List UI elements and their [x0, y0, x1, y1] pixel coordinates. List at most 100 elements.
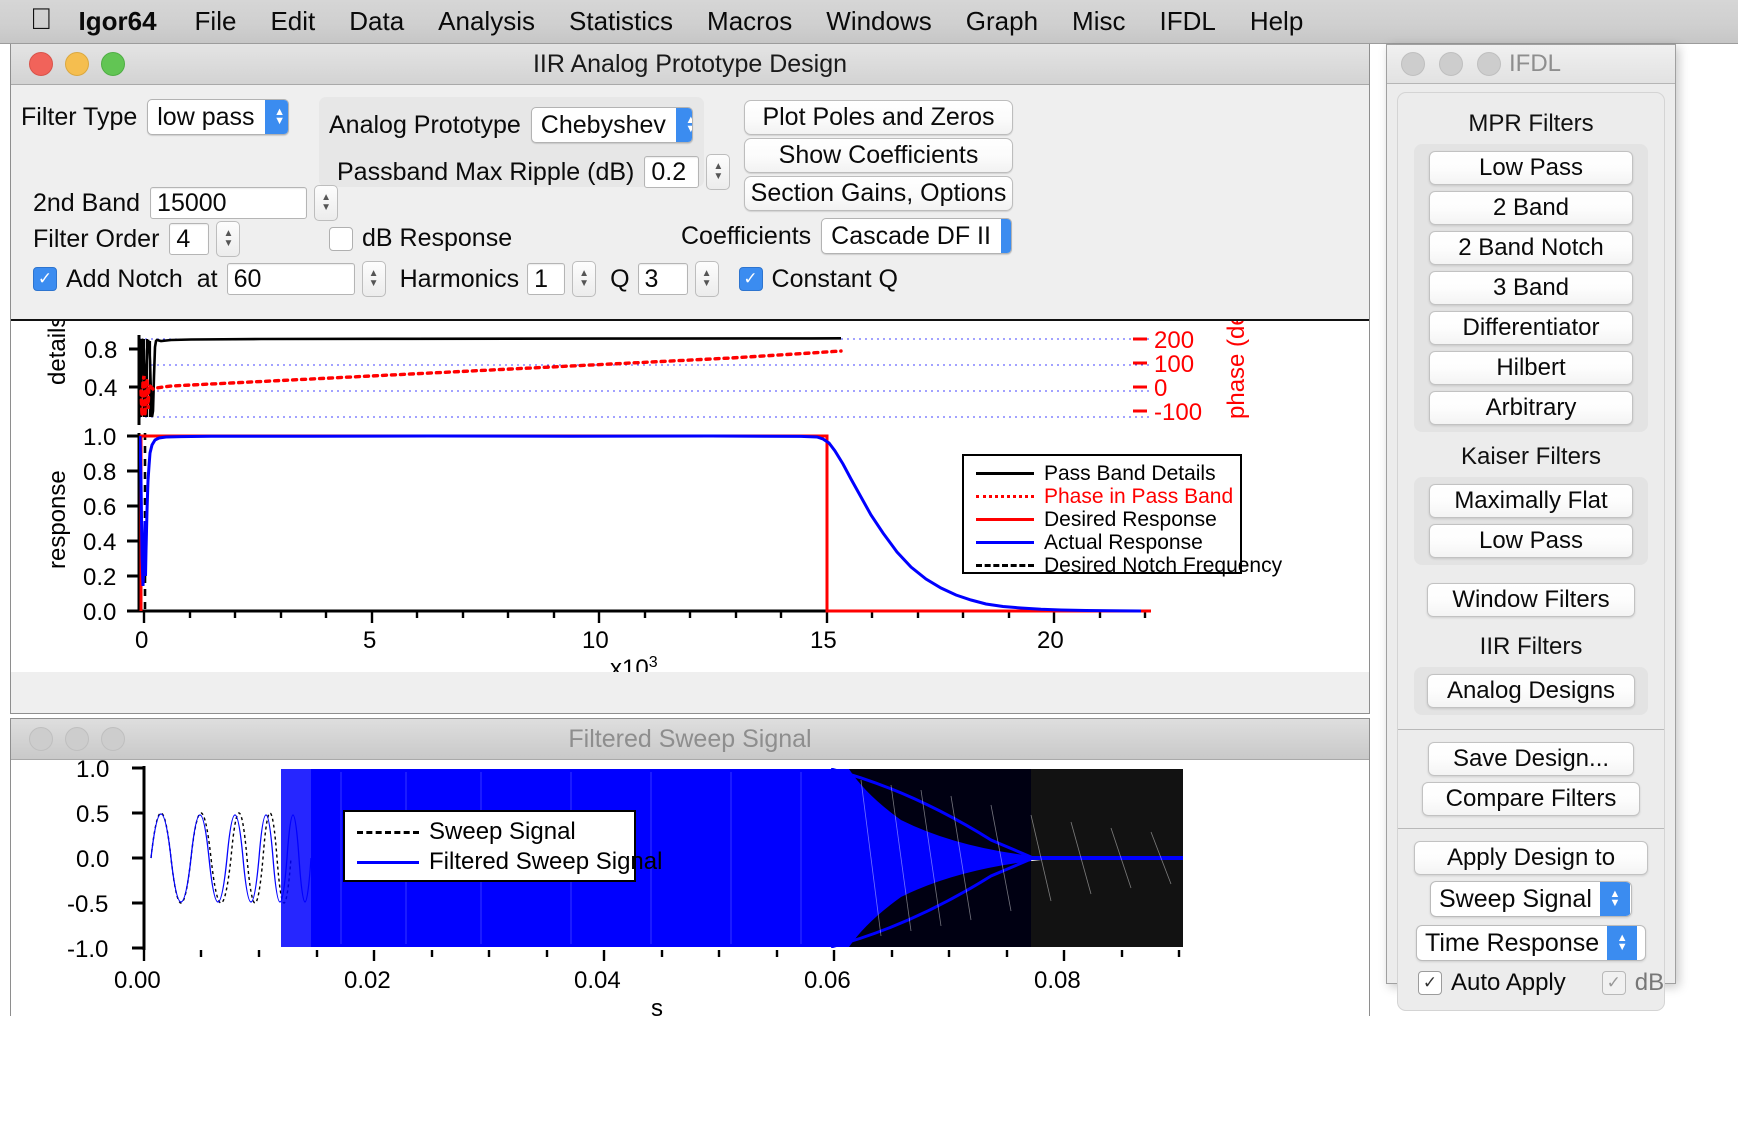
divider — [1398, 729, 1664, 730]
db-checkbox-label: dB — [1634, 969, 1665, 996]
menu-item-statistics[interactable]: Statistics — [569, 6, 673, 37]
notch-frequency-stepper[interactable]: ▲ ▼ — [361, 261, 386, 297]
constant-q-checkbox[interactable]: ✓ — [738, 267, 763, 291]
menu-item-analysis[interactable]: Analysis — [438, 6, 535, 37]
window-controls[interactable] — [29, 52, 125, 76]
mpr-2-band-button[interactable]: 2 Band — [1429, 191, 1633, 225]
q-stepper[interactable]: ▲ ▼ — [694, 261, 719, 297]
mpr-low-pass-button[interactable]: Low Pass — [1429, 151, 1633, 185]
passband-ripple-stepper[interactable]: ▲ ▼ — [706, 154, 731, 190]
design-controls-panel: Filter Type low pass ▲ ▼ 2nd Band 15000 ▲… — [11, 85, 1369, 322]
kaiser-filters-group: Maximally Flat Low Pass — [1414, 477, 1648, 565]
menu-item-graph[interactable]: Graph — [966, 6, 1038, 37]
zoom-button[interactable] — [101, 727, 125, 751]
legend-item-phase-in-pass-band: Phase in Pass Band — [964, 485, 1240, 508]
chevron-updown-icon: ▲▼ — [675, 108, 692, 142]
second-band-row: 2nd Band 15000 ▲ ▼ — [33, 185, 339, 221]
sweep-x-ticks — [142, 950, 1181, 961]
save-design-button[interactable]: Save Design... — [1428, 742, 1634, 776]
close-button[interactable] — [29, 52, 53, 76]
sweep-plot[interactable]: 1.0 0.5 0.0 -0.5 -1.0 0.00 0.02 0.04 0.0… — [11, 756, 1369, 1022]
menu-item-windows[interactable]: Windows — [826, 6, 931, 37]
menu-item-edit[interactable]: Edit — [270, 6, 315, 37]
apply-target-select[interactable]: Sweep Signal ▲ ▼ — [1430, 881, 1632, 917]
ifdl-window-controls[interactable] — [1401, 52, 1501, 76]
second-band-stepper[interactable]: ▲ ▼ — [314, 185, 339, 221]
freq-tick-10: 10 — [582, 627, 609, 654]
plot-poles-zeros-button[interactable]: Plot Poles and Zeros — [744, 100, 1013, 135]
chevron-updown-icon: ▲▼ — [1599, 882, 1630, 916]
db-checkbox[interactable]: ✓ — [1601, 971, 1626, 995]
sweep-window-controls[interactable] — [29, 727, 125, 751]
zoom-button[interactable] — [101, 52, 125, 76]
menu-item-ifdl[interactable]: IFDL — [1159, 6, 1215, 37]
menu-item-help[interactable]: Help — [1250, 6, 1303, 37]
close-button[interactable] — [1401, 52, 1425, 76]
minimize-button[interactable] — [65, 727, 89, 751]
mpr-arbitrary-button[interactable]: Arbitrary — [1429, 391, 1633, 425]
sweep-window-titlebar[interactable]: Filtered Sweep Signal — [11, 719, 1369, 760]
notch-frequency-input[interactable]: 60 — [226, 263, 355, 295]
kaiser-low-pass-button[interactable]: Low Pass — [1429, 524, 1633, 558]
filter-order-stepper[interactable]: ▲ ▼ — [216, 221, 241, 257]
menu-item-igor64[interactable]: Igor64 — [79, 6, 157, 37]
ifdl-window-title: IFDL — [1509, 50, 1562, 77]
legend-item-pass-band-details: Pass Band Details — [964, 462, 1240, 485]
harmonics-stepper[interactable]: ▲ ▼ — [572, 261, 597, 297]
response-tick-06: 0.6 — [83, 494, 117, 521]
sweep-tick-neg05: -0.5 — [67, 891, 109, 918]
menu-item-misc[interactable]: Misc — [1072, 6, 1125, 37]
db-response-checkbox[interactable] — [329, 226, 353, 251]
db-response-label: dB Response — [362, 224, 513, 252]
q-input[interactable]: 3 — [637, 263, 688, 295]
second-band-input[interactable]: 15000 — [150, 187, 308, 219]
filter-order-input[interactable]: 4 — [169, 223, 210, 255]
coefficients-select[interactable]: Cascade DF II ▲▼ — [821, 218, 1013, 254]
menu-item-file[interactable]: File — [195, 6, 237, 37]
legend-item-sweep-signal: Sweep Signal — [345, 817, 634, 847]
chevron-updown-icon: ▲▼ — [1607, 926, 1638, 960]
compare-filters-button[interactable]: Compare Filters — [1422, 782, 1640, 816]
sweep-y-ticks — [132, 766, 144, 950]
apply-design-to-button[interactable]: Apply Design to — [1414, 841, 1648, 875]
passband-ripple-input[interactable]: 0.2 — [644, 156, 700, 188]
apply-mode-select[interactable]: Time Response ▲ ▼ — [1416, 925, 1646, 961]
add-notch-checkbox[interactable]: ✓ — [33, 267, 57, 291]
filter-type-row: Filter Type low pass ▲ ▼ — [21, 99, 290, 135]
zoom-button[interactable] — [1477, 52, 1501, 76]
close-button[interactable] — [29, 727, 53, 751]
sweep-tick-10: 1.0 — [76, 756, 110, 783]
menu-item-data[interactable]: Data — [349, 6, 404, 37]
mpr-differentiator-button[interactable]: Differentiator — [1429, 311, 1633, 345]
analog-designs-button[interactable]: Analog Designs — [1427, 674, 1635, 708]
phase-tick-neg100: -100 — [1154, 399, 1203, 426]
mpr-2-band-notch-button[interactable]: 2 Band Notch — [1429, 231, 1633, 265]
mpr-filters-section-title: MPR Filters — [1468, 110, 1594, 137]
ifdl-titlebar[interactable]: IFDL — [1387, 45, 1675, 84]
minimize-button[interactable] — [1439, 52, 1463, 76]
filter-type-select[interactable]: low pass ▲ ▼ — [147, 99, 290, 135]
apple-icon[interactable]:  — [30, 4, 53, 35]
legend-item-desired-notch-frequency: Desired Notch Frequency — [964, 554, 1282, 577]
kaiser-maximally-flat-button[interactable]: Maximally Flat — [1429, 484, 1633, 518]
mpr-filters-group: Low Pass 2 Band 2 Band Notch 3 Band Diff… — [1414, 144, 1648, 432]
mpr-3-band-button[interactable]: 3 Band — [1429, 271, 1633, 305]
coefficients-value: Cascade DF II — [831, 222, 991, 250]
mpr-hilbert-button[interactable]: Hilbert — [1429, 351, 1633, 385]
legend-label: Phase in Pass Band — [1044, 484, 1234, 508]
response-tick-08: 0.8 — [83, 459, 117, 486]
show-coefficients-button[interactable]: Show Coefficients — [744, 138, 1013, 173]
analog-prototype-select[interactable]: Chebyshev ▲▼ — [530, 107, 693, 143]
freq-axis-label: x103 — [610, 654, 658, 672]
passband-ripple-label: Passband Max Ripple (dB) — [337, 157, 635, 186]
auto-apply-checkbox[interactable]: ✓ — [1418, 971, 1442, 995]
pass-band-details-trace — [139, 337, 842, 418]
menu-item-macros[interactable]: Macros — [707, 6, 792, 37]
sweep-window-title: Filtered Sweep Signal — [568, 724, 812, 753]
harmonics-input[interactable]: 1 — [527, 263, 566, 295]
section-gains-options-button[interactable]: Section Gains, Options — [744, 176, 1013, 211]
window-titlebar[interactable]: IIR Analog Prototype Design — [11, 44, 1369, 85]
window-filters-button[interactable]: Window Filters — [1427, 583, 1635, 617]
minimize-button[interactable] — [65, 52, 89, 76]
coefficients-row: Coefficients Cascade DF II ▲▼ — [681, 218, 1013, 254]
